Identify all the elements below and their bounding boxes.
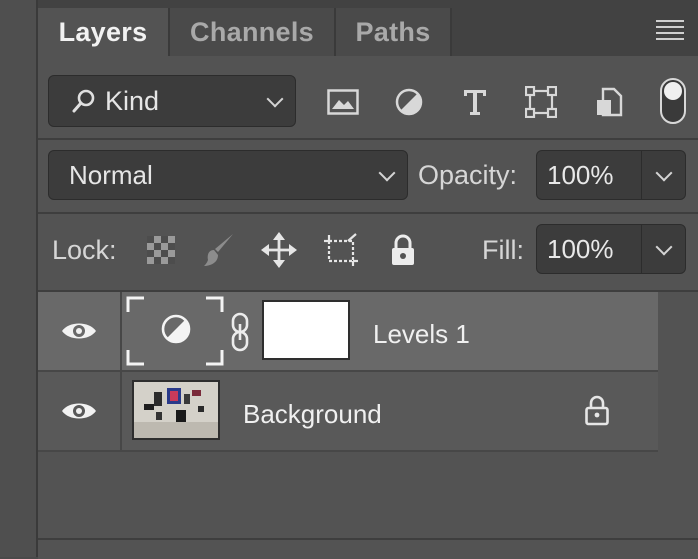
fill-label: Fill:	[482, 235, 524, 265]
visibility-toggle[interactable]	[38, 372, 122, 450]
background-image-thumbnail[interactable]	[132, 380, 220, 440]
filter-kind-label: Kind	[105, 85, 160, 116]
shape-filter-icon[interactable]	[524, 86, 558, 118]
left-dock-strip	[0, 0, 36, 557]
lock-image-pixels-brush-icon[interactable]	[200, 232, 238, 268]
lock-label: Lock:	[52, 235, 117, 265]
panel-tab-bar: Layers Channels Paths	[38, 0, 698, 56]
search-icon	[72, 89, 95, 113]
link-chain-icon[interactable]	[228, 312, 252, 352]
tab-paths[interactable]: Paths	[336, 8, 452, 56]
layer-filter-row: Kind	[38, 56, 698, 140]
blend-mode-select[interactable]: Normal	[48, 150, 408, 200]
eye-icon	[62, 323, 96, 339]
lock-transparent-pixels-icon[interactable]	[142, 232, 180, 268]
lock-all-icon[interactable]	[384, 232, 422, 268]
layers-panel: Layers Channels Paths Kind Normal Opacit…	[38, 0, 698, 559]
filter-kind-select[interactable]: Kind	[48, 75, 296, 127]
layer-locked-icon[interactable]	[584, 394, 610, 426]
opacity-input[interactable]: 100%	[536, 150, 642, 200]
type-filter-icon[interactable]	[458, 86, 492, 118]
panel-menu-icon[interactable]	[656, 20, 684, 40]
eye-icon	[62, 403, 96, 419]
image-filter-icon[interactable]	[326, 86, 360, 118]
toggle-knob	[664, 82, 682, 100]
adjustment-filter-icon[interactable]	[392, 86, 426, 118]
fill-dropdown-button[interactable]	[642, 224, 686, 274]
layer-name[interactable]: Background	[243, 399, 382, 430]
tab-layers[interactable]: Layers	[38, 8, 170, 56]
lock-row: Lock: Fill: 100%	[38, 212, 698, 292]
chevron-down-icon	[266, 90, 284, 108]
opacity-label: Opacity:	[418, 160, 518, 190]
filter-toggle-switch[interactable]	[660, 78, 686, 124]
panel-bottom-toolbar	[38, 538, 698, 559]
adjustment-layer-thumbnail[interactable]	[126, 296, 224, 366]
layers-list-empty-area	[38, 452, 698, 538]
lock-artboard-icon[interactable]	[322, 232, 360, 268]
lock-position-move-icon[interactable]	[260, 232, 298, 268]
layer-row-background[interactable]: Background	[38, 372, 658, 452]
opacity-dropdown-button[interactable]	[642, 150, 686, 200]
tab-channels[interactable]: Channels	[170, 8, 336, 56]
chevron-down-icon	[378, 164, 396, 182]
layer-row-levels-1[interactable]: Levels 1	[38, 292, 658, 372]
chevron-down-icon	[655, 238, 673, 256]
visibility-toggle[interactable]	[38, 292, 122, 370]
blend-mode-value: Normal	[69, 159, 153, 190]
fill-input[interactable]: 100%	[536, 224, 642, 274]
smart-object-filter-icon[interactable]	[592, 86, 626, 118]
layer-name[interactable]: Levels 1	[373, 319, 470, 350]
chevron-down-icon	[655, 164, 673, 182]
blend-mode-row: Normal Opacity: 100%	[38, 138, 698, 214]
layers-list-scroll-gutter	[658, 292, 698, 452]
layer-mask-thumbnail[interactable]	[262, 300, 350, 360]
